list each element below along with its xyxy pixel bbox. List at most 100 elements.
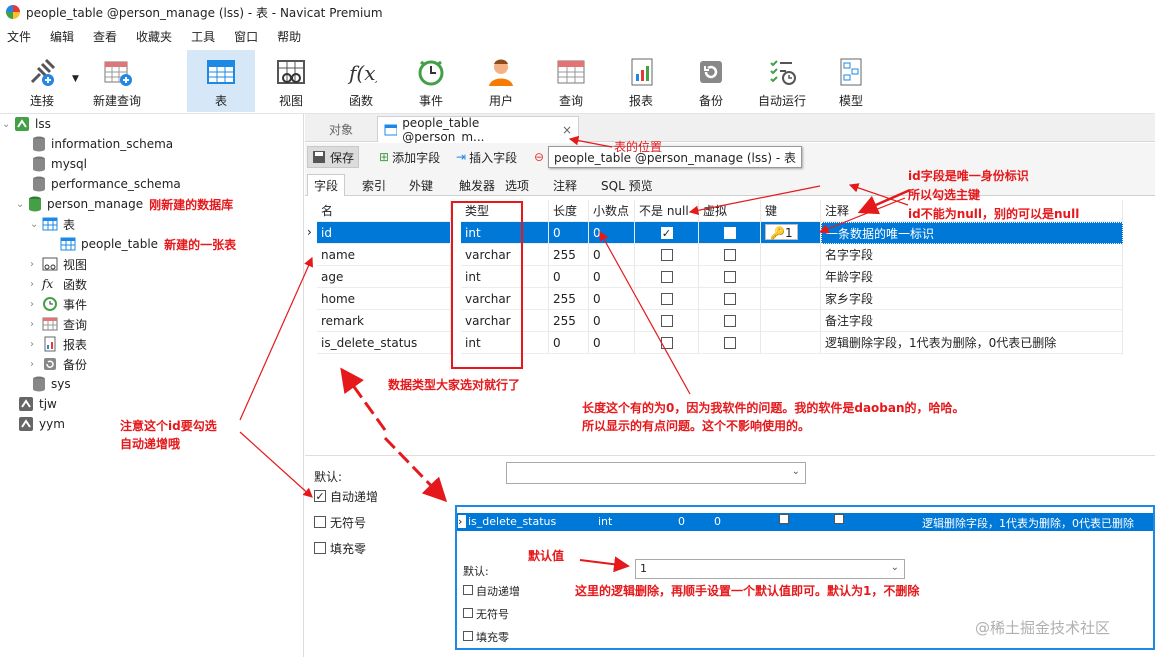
tree-db-mysql[interactable]: mysql xyxy=(32,154,87,174)
connect-button[interactable]: 连接 xyxy=(8,50,76,112)
cell-not-null[interactable] xyxy=(635,310,699,332)
report-button[interactable]: 报表 xyxy=(607,50,675,112)
tab-people-table[interactable]: people_table @person_m... × xyxy=(377,116,579,144)
cell-key[interactable]: 🔑1 xyxy=(761,222,821,244)
cell-virtual[interactable] xyxy=(699,288,761,310)
cell-name[interactable]: id xyxy=(317,222,451,244)
tab-sql-preview[interactable]: SQL 预览 xyxy=(595,174,659,196)
cell-decimals[interactable]: 0 xyxy=(589,332,635,354)
col-decimals-header[interactable]: 小数点 xyxy=(589,200,635,222)
tab-fields[interactable]: 字段 xyxy=(307,174,346,196)
cell-type[interactable]: int xyxy=(461,332,549,354)
checkbox-icon[interactable] xyxy=(723,336,736,349)
menu-file[interactable]: 文件 xyxy=(0,28,43,45)
inset-not-null-checkbox[interactable] xyxy=(779,514,789,524)
chevron-down-icon[interactable]: ⌄ xyxy=(30,219,42,230)
table-row[interactable]: is_delete_status int 0 0 逻辑删除字段，1代表为删除，0代表已删… xyxy=(307,332,1123,354)
cell-type[interactable]: varchar xyxy=(461,288,549,310)
cell-key[interactable] xyxy=(761,310,821,332)
cell-type[interactable]: int xyxy=(461,222,549,244)
menu-help[interactable]: 帮助 xyxy=(270,28,313,45)
tree-connection-tjw[interactable]: tjw xyxy=(18,394,57,414)
tree-db-person-manage[interactable]: ⌄ person_manage 刚新建的数据库 xyxy=(16,194,233,214)
col-length-header[interactable]: 长度 xyxy=(549,200,589,222)
model-button[interactable]: 模型 xyxy=(817,50,885,112)
col-not-null-header[interactable]: 不是 null xyxy=(635,200,699,222)
close-icon[interactable]: × xyxy=(562,123,572,137)
inset-default-select[interactable]: 1 ⌄ xyxy=(635,559,905,579)
cell-key[interactable] xyxy=(761,244,821,266)
inset-row[interactable]: › is_delete_status int 0 0 逻辑删除字段，1代表为删除… xyxy=(457,513,1153,531)
cell-name[interactable]: remark xyxy=(317,310,451,332)
menu-tools[interactable]: 工具 xyxy=(184,28,227,45)
inset-virtual-checkbox[interactable] xyxy=(834,514,844,524)
tab-triggers[interactable]: 触发器 xyxy=(453,174,501,196)
col-type-header[interactable]: 类型 xyxy=(461,200,549,222)
inset-auto-increment-checkbox[interactable]: 自动递增 xyxy=(463,583,520,599)
tree-node-tables[interactable]: ⌄ 表 xyxy=(30,214,75,234)
table-row[interactable]: remark varchar 255 0 备注字段 xyxy=(307,310,1123,332)
cell-not-null[interactable] xyxy=(635,222,699,244)
cell-decimals[interactable]: 0 xyxy=(589,222,635,244)
connect-dropdown-icon[interactable]: ▼ xyxy=(72,74,79,84)
cell-virtual[interactable] xyxy=(699,332,761,354)
cell-key[interactable] xyxy=(761,266,821,288)
default-select[interactable]: ⌄ xyxy=(506,462,806,484)
insert-field-button[interactable]: ⇥ 插入字段 xyxy=(452,146,521,168)
cell-type[interactable]: varchar xyxy=(461,310,549,332)
table-row[interactable]: name varchar 255 0 名字字段 xyxy=(307,244,1123,266)
cell-virtual[interactable] xyxy=(699,222,761,244)
cell-name[interactable]: age xyxy=(317,266,451,288)
cell-comment[interactable]: 逻辑删除字段，1代表为删除，0代表已删除 xyxy=(821,332,1123,354)
checkbox-icon[interactable] xyxy=(314,541,326,554)
tree-connection-yym[interactable]: yym xyxy=(18,414,65,434)
chevron-right-icon[interactable]: › xyxy=(30,279,42,290)
cell-length[interactable]: 0 xyxy=(549,266,589,288)
col-virtual-header[interactable]: 虚拟 xyxy=(699,200,761,222)
checkbox-icon[interactable] xyxy=(723,314,736,327)
tree-node-queries[interactable]: › 查询 xyxy=(30,314,87,334)
checkbox-icon[interactable] xyxy=(463,585,473,595)
col-name-header[interactable]: 名 xyxy=(317,200,451,222)
table-button[interactable]: 表 xyxy=(187,50,255,112)
cell-type[interactable]: int xyxy=(461,266,549,288)
tab-foreign-keys[interactable]: 外键 xyxy=(403,174,439,196)
tree-connection-lss[interactable]: ⌄ lss xyxy=(2,114,51,134)
cell-not-null[interactable] xyxy=(635,244,699,266)
menu-edit[interactable]: 编辑 xyxy=(43,28,86,45)
cell-key[interactable] xyxy=(761,288,821,310)
auto-increment-checkbox[interactable]: 自动递增 xyxy=(314,488,378,505)
save-button[interactable]: 保存 xyxy=(307,146,360,168)
menu-favorites[interactable]: 收藏夹 xyxy=(129,28,184,45)
tree-node-events[interactable]: › 事件 xyxy=(30,294,87,314)
checkbox-icon[interactable] xyxy=(660,314,673,327)
query-button[interactable]: 查询 xyxy=(537,50,605,112)
table-row[interactable]: age int 0 0 年龄字段 xyxy=(307,266,1123,288)
checkbox-icon[interactable] xyxy=(723,226,736,239)
cell-not-null[interactable] xyxy=(635,288,699,310)
tree-db-information-schema[interactable]: information_schema xyxy=(32,134,173,154)
chevron-down-icon[interactable]: ⌄ xyxy=(792,466,800,477)
tree-node-functions[interactable]: › fx 函数 xyxy=(30,274,87,294)
inset-zerofill-checkbox[interactable]: 填充零 xyxy=(463,629,509,645)
chevron-down-icon[interactable]: ⌄ xyxy=(2,119,14,130)
cell-length[interactable]: 0 xyxy=(549,332,589,354)
event-button[interactable]: 事件 xyxy=(397,50,465,112)
cell-length[interactable]: 255 xyxy=(549,244,589,266)
checkbox-icon[interactable] xyxy=(660,226,673,239)
cell-virtual[interactable] xyxy=(699,244,761,266)
inset-unsigned-checkbox[interactable]: 无符号 xyxy=(463,606,509,622)
tree-db-performance-schema[interactable]: performance_schema xyxy=(32,174,181,194)
add-field-button[interactable]: ⊞ 添加字段 xyxy=(375,146,444,168)
cell-name[interactable]: name xyxy=(317,244,451,266)
cell-virtual[interactable] xyxy=(699,266,761,288)
cell-name[interactable]: is_delete_status xyxy=(317,332,451,354)
cell-not-null[interactable] xyxy=(635,266,699,288)
table-row[interactable]: home varchar 255 0 家乡字段 xyxy=(307,288,1123,310)
checkbox-icon[interactable] xyxy=(723,248,736,261)
checkbox-icon[interactable] xyxy=(660,248,673,261)
chevron-right-icon[interactable]: › xyxy=(30,319,42,330)
cell-not-null[interactable] xyxy=(635,332,699,354)
zerofill-checkbox[interactable]: 填充零 xyxy=(314,540,366,557)
checkbox-icon[interactable] xyxy=(463,631,473,641)
